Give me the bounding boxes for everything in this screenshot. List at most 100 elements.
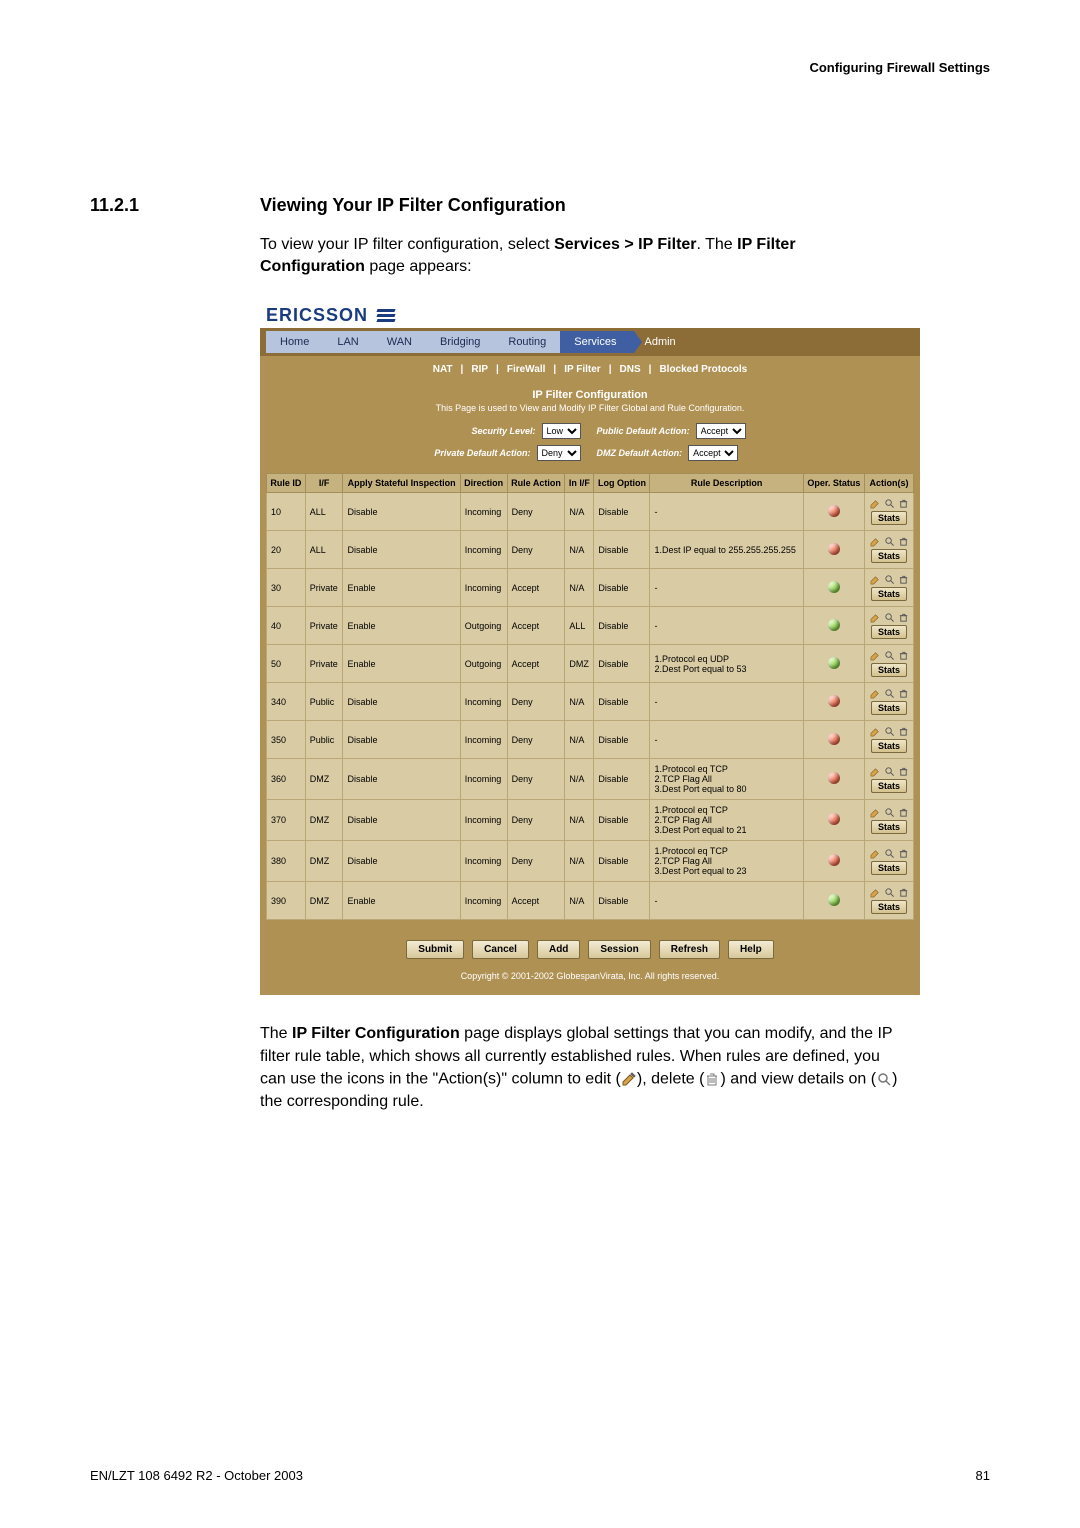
public-default-action-select[interactable]: Accept	[696, 423, 746, 439]
view-icon[interactable]	[884, 688, 895, 699]
col-header: Rule Description	[650, 474, 803, 493]
stats-button[interactable]: Stats	[871, 779, 907, 793]
outro-paragraph: The IP Filter Configuration page display…	[260, 1023, 900, 1113]
delete-icon[interactable]	[898, 848, 909, 859]
stats-button[interactable]: Stats	[871, 663, 907, 677]
security-level-select[interactable]: Low	[542, 423, 581, 439]
edit-icon[interactable]	[870, 887, 881, 898]
button-row: Submit Cancel Add Session Refresh Help	[260, 930, 920, 965]
table-row: 30PrivateEnableIncomingAcceptN/ADisable-…	[267, 569, 914, 607]
running-header: Configuring Firewall Settings	[809, 60, 990, 75]
table-row: 340PublicDisableIncomingDenyN/ADisable-S…	[267, 683, 914, 721]
session-button[interactable]: Session	[588, 940, 650, 959]
col-header: Log Option	[594, 474, 650, 493]
delete-icon[interactable]	[898, 498, 909, 509]
dmz-default-action-label: DMZ Default Action:	[597, 448, 683, 458]
col-header: Apply Stateful Inspection	[343, 474, 460, 493]
dmz-default-action-select[interactable]: Accept	[688, 445, 738, 461]
security-level-label: Security Level:	[471, 426, 535, 436]
col-header: Oper. Status	[803, 474, 864, 493]
col-header: Rule ID	[267, 474, 306, 493]
stats-button[interactable]: Stats	[871, 511, 907, 525]
edit-icon[interactable]	[870, 807, 881, 818]
nav-item-routing[interactable]: Routing	[494, 331, 564, 353]
col-header: Action(s)	[865, 474, 914, 493]
nav-item-services[interactable]: Services	[560, 331, 634, 353]
stats-button[interactable]: Stats	[871, 900, 907, 914]
delete-icon[interactable]	[898, 766, 909, 777]
stats-button[interactable]: Stats	[871, 587, 907, 601]
view-icon[interactable]	[884, 807, 895, 818]
stats-button[interactable]: Stats	[871, 739, 907, 753]
subnav-item-blocked-protocols[interactable]: Blocked Protocols	[651, 364, 755, 375]
delete-icon[interactable]	[898, 887, 909, 898]
rules-table: Rule IDI/FApply Stateful InspectionDirec…	[266, 473, 914, 920]
brand-bar: ERICSSON	[260, 301, 920, 328]
subnav-item-nat[interactable]: NAT	[425, 364, 461, 375]
view-icon[interactable]	[884, 887, 895, 898]
stats-button[interactable]: Stats	[871, 549, 907, 563]
subnav-item-ip-filter[interactable]: IP Filter	[556, 364, 609, 375]
nav-item-bridging[interactable]: Bridging	[426, 331, 498, 353]
delete-icon[interactable]	[898, 612, 909, 623]
nav-item-home[interactable]: Home	[266, 331, 327, 353]
stats-button[interactable]: Stats	[871, 625, 907, 639]
help-button[interactable]: Help	[728, 940, 774, 959]
status-dot-icon	[828, 657, 840, 669]
stats-button[interactable]: Stats	[871, 861, 907, 875]
private-default-action-select[interactable]: Deny	[537, 445, 581, 461]
col-header: Rule Action	[507, 474, 565, 493]
subnav-item-dns[interactable]: DNS	[612, 364, 649, 375]
view-icon[interactable]	[884, 650, 895, 661]
edit-icon[interactable]	[870, 574, 881, 585]
nav-item-admin[interactable]: Admin	[630, 331, 693, 353]
view-icon[interactable]	[884, 848, 895, 859]
status-dot-icon	[828, 619, 840, 631]
subnav-item-firewall[interactable]: FireWall	[499, 364, 554, 375]
submit-button[interactable]: Submit	[406, 940, 464, 959]
edit-icon[interactable]	[870, 612, 881, 623]
delete-icon[interactable]	[898, 807, 909, 818]
edit-icon[interactable]	[870, 498, 881, 509]
view-icon[interactable]	[884, 498, 895, 509]
view-icon[interactable]	[884, 726, 895, 737]
delete-icon[interactable]	[898, 688, 909, 699]
view-icon[interactable]	[884, 766, 895, 777]
magnify-icon	[876, 1068, 892, 1090]
table-row: 360DMZDisableIncomingDenyN/ADisable1.Pro…	[267, 759, 914, 800]
nav-item-lan[interactable]: LAN	[323, 331, 376, 353]
edit-icon[interactable]	[870, 650, 881, 661]
table-row: 40PrivateEnableOutgoingAcceptALLDisable-…	[267, 607, 914, 645]
global-settings: Security Level: Low Private Default Acti…	[260, 423, 920, 473]
subnav-item-rip[interactable]: RIP	[463, 364, 496, 375]
edit-icon[interactable]	[870, 688, 881, 699]
nav-item-wan[interactable]: WAN	[373, 331, 430, 353]
view-icon[interactable]	[884, 574, 895, 585]
delete-icon[interactable]	[898, 650, 909, 661]
panel-title: IP Filter Configuration	[260, 383, 920, 403]
stats-button[interactable]: Stats	[871, 820, 907, 834]
col-header: In I/F	[565, 474, 594, 493]
edit-icon[interactable]	[870, 536, 881, 547]
brand-text: ERICSSON	[266, 305, 368, 326]
delete-icon[interactable]	[898, 574, 909, 585]
delete-icon[interactable]	[898, 726, 909, 737]
view-icon[interactable]	[884, 536, 895, 547]
edit-icon[interactable]	[870, 848, 881, 859]
cancel-button[interactable]: Cancel	[472, 940, 529, 959]
intro-paragraph: To view your IP filter configuration, se…	[260, 234, 900, 277]
status-dot-icon	[828, 772, 840, 784]
brand-logo-icon	[377, 307, 395, 324]
table-row: 10ALLDisableIncomingDenyN/ADisable-Stats	[267, 493, 914, 531]
add-button[interactable]: Add	[537, 940, 580, 959]
edit-icon[interactable]	[870, 726, 881, 737]
status-dot-icon	[828, 505, 840, 517]
stats-button[interactable]: Stats	[871, 701, 907, 715]
edit-icon[interactable]	[870, 766, 881, 777]
pencil-icon	[621, 1068, 637, 1090]
status-dot-icon	[828, 854, 840, 866]
refresh-button[interactable]: Refresh	[659, 940, 720, 959]
copyright: Copyright © 2001-2002 GlobespanVirata, I…	[260, 965, 920, 995]
view-icon[interactable]	[884, 612, 895, 623]
delete-icon[interactable]	[898, 536, 909, 547]
